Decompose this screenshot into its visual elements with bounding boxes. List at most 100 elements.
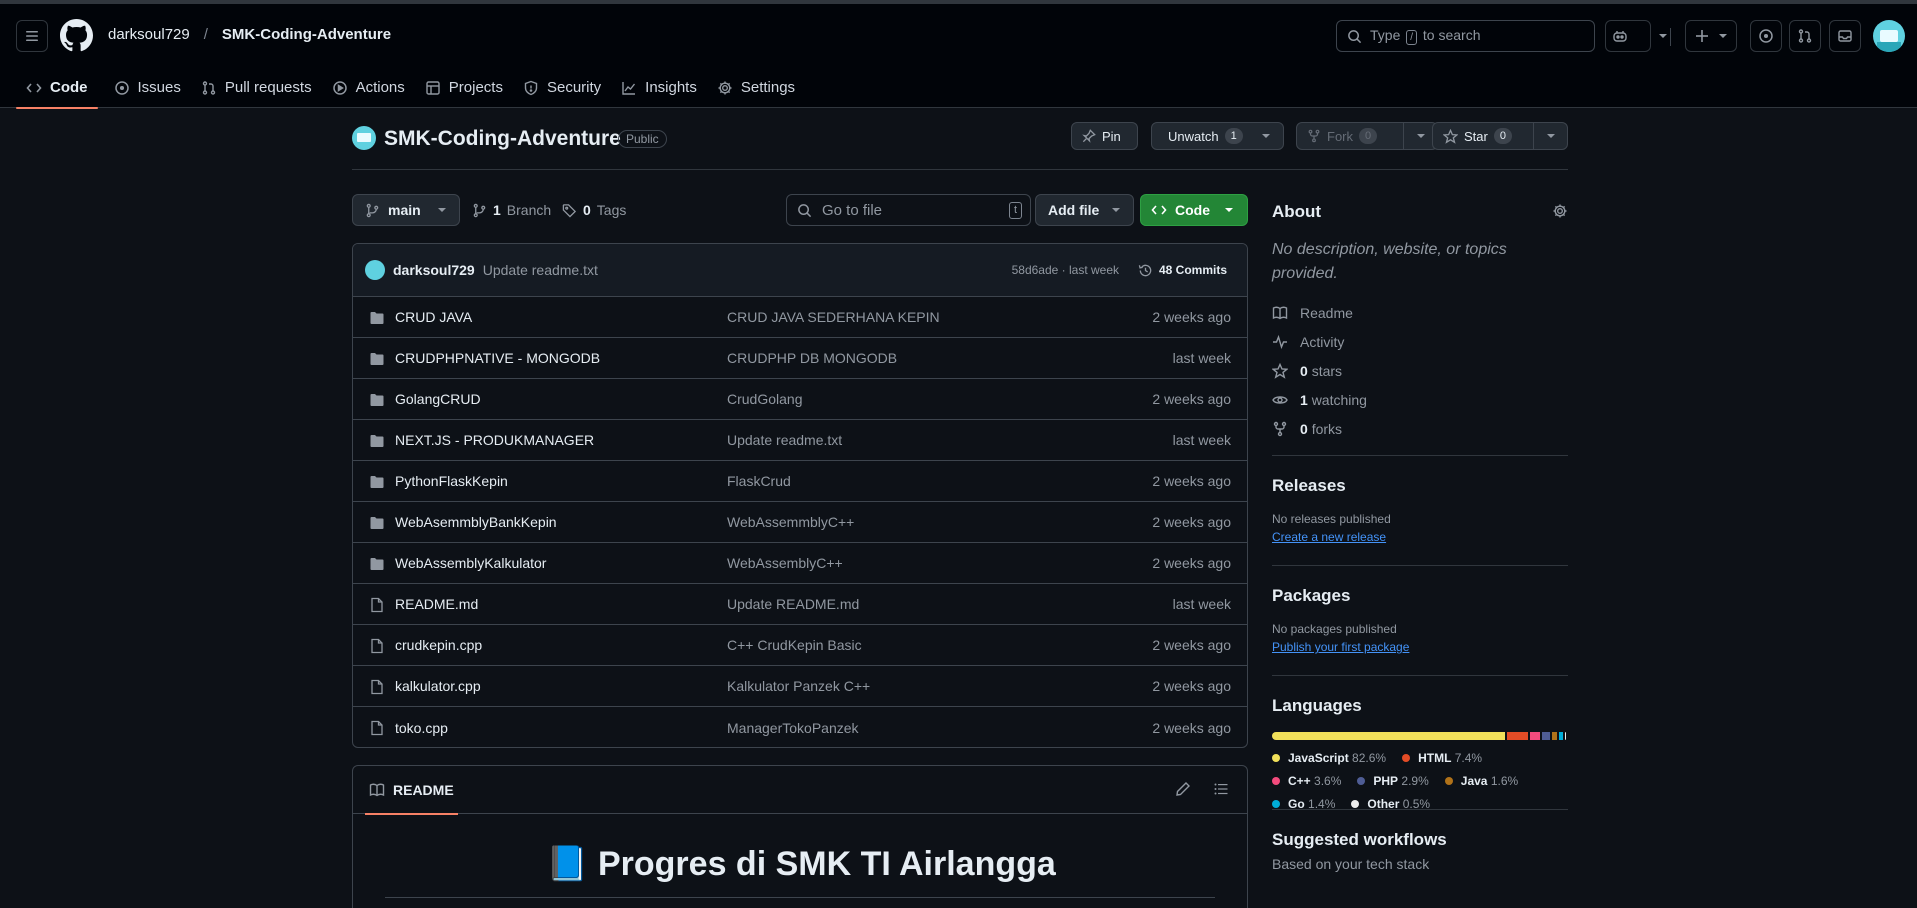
file-name[interactable]: CRUDPHPNATIVE - MONGODB bbox=[395, 350, 600, 366]
gear-icon[interactable] bbox=[1552, 202, 1568, 219]
star-button[interactable]: Star 0 bbox=[1432, 122, 1568, 150]
file-commit-message[interactable]: Kalkulator Panzek C++ bbox=[727, 678, 870, 694]
language-item[interactable]: JavaScript 82.6% bbox=[1272, 746, 1386, 769]
commit-author-avatar[interactable] bbox=[365, 260, 385, 280]
file-commit-message[interactable]: CRUDPHP DB MONGODB bbox=[727, 350, 897, 366]
tab-code[interactable]: Code bbox=[16, 68, 98, 109]
issues-icon[interactable] bbox=[1750, 20, 1782, 52]
fork-button[interactable]: Fork 0 bbox=[1296, 122, 1438, 150]
file-name[interactable]: NEXT.JS - PRODUKMANAGER bbox=[395, 432, 594, 448]
file-commit-message[interactable]: C++ CrudKepin Basic bbox=[727, 637, 862, 653]
menu-icon[interactable] bbox=[16, 20, 48, 52]
commit-message[interactable]: Update readme.txt bbox=[483, 262, 598, 278]
copilot-button[interactable] bbox=[1605, 20, 1667, 52]
file-row[interactable]: WebAssemblyKalkulator WebAssemblyC++ 2 wee… bbox=[353, 543, 1247, 584]
tab-security[interactable]: Security bbox=[513, 68, 611, 108]
file-name[interactable]: crudkepin.cpp bbox=[395, 637, 482, 653]
packages-heading[interactable]: Packages bbox=[1272, 586, 1568, 606]
file-row[interactable]: PythonFlaskKepin FlaskCrud 2 weeks ago bbox=[353, 461, 1247, 502]
breadcrumb-repo[interactable]: SMK-Coding-Adventure bbox=[222, 26, 391, 43]
user-avatar[interactable] bbox=[1873, 20, 1905, 52]
file-row[interactable]: README.md Update README.md last week bbox=[353, 584, 1247, 625]
readme-tab[interactable]: README bbox=[365, 766, 458, 815]
about-forks-link[interactable]: 0 forks bbox=[1272, 414, 1568, 443]
language-bar-segment[interactable] bbox=[1529, 732, 1540, 740]
file-commit-message[interactable]: FlaskCrud bbox=[727, 473, 791, 489]
file-row[interactable]: toko.cpp ManagerTokoPanzek 2 weeks ago bbox=[353, 707, 1247, 747]
github-logo-icon[interactable] bbox=[60, 19, 93, 52]
branches-link[interactable]: 1 Branch bbox=[472, 194, 551, 226]
file-commit-message[interactable]: WebAssemblyC++ bbox=[727, 555, 843, 571]
tab-projects[interactable]: Projects bbox=[415, 68, 513, 108]
language-bar-segment[interactable] bbox=[1558, 732, 1563, 740]
file-row[interactable]: crudkepin.cpp C++ CrudKepin Basic 2 weeks … bbox=[353, 625, 1247, 666]
file-row[interactable]: CRUD JAVA CRUD JAVA SEDERHANA KEPIN 2 week… bbox=[353, 297, 1247, 338]
breadcrumb-owner[interactable]: darksoul729 bbox=[108, 26, 190, 43]
commit-author[interactable]: darksoul729 bbox=[393, 262, 475, 278]
create-release-link[interactable]: Create a new release bbox=[1272, 530, 1568, 544]
file-commit-message[interactable]: Update README.md bbox=[727, 596, 859, 612]
about-watching-link[interactable]: 1 watching bbox=[1272, 385, 1568, 414]
inbox-icon[interactable] bbox=[1829, 20, 1861, 52]
repo-owner-avatar[interactable] bbox=[352, 126, 376, 150]
commit-meta[interactable]: 58d6ade · last week bbox=[1012, 263, 1119, 277]
releases-heading[interactable]: Releases bbox=[1272, 476, 1568, 496]
tab-insights[interactable]: Insights bbox=[611, 68, 707, 108]
file-row[interactable]: CRUDPHPNATIVE - MONGODB CRUDPHP DB MONGOD… bbox=[353, 338, 1247, 379]
branch-icon bbox=[473, 203, 486, 217]
list-unordered-icon[interactable] bbox=[1213, 780, 1229, 797]
tab-settings[interactable]: Settings bbox=[707, 68, 805, 108]
language-item[interactable]: Java 1.6% bbox=[1444, 769, 1518, 792]
file-name[interactable]: kalkulator.cpp bbox=[395, 678, 481, 694]
language-bar-segment[interactable] bbox=[1506, 732, 1528, 740]
file-name[interactable]: PythonFlaskKepin bbox=[395, 473, 508, 489]
star-dropdown[interactable] bbox=[1533, 123, 1567, 149]
file-name[interactable]: WebAsemmblyBankKepin bbox=[395, 514, 557, 530]
about-stars-link[interactable]: 0 stars bbox=[1272, 356, 1568, 385]
repo-title[interactable]: SMK-Coding-Adventure bbox=[384, 127, 621, 151]
add-file-button[interactable]: Add file bbox=[1035, 194, 1135, 226]
create-new-button[interactable] bbox=[1685, 20, 1737, 52]
language-bar-segment[interactable] bbox=[1564, 732, 1567, 740]
language-item[interactable]: C++ 3.6% bbox=[1272, 769, 1341, 792]
code-button[interactable]: Code bbox=[1140, 194, 1248, 226]
language-item[interactable]: PHP 2.9% bbox=[1357, 769, 1429, 792]
file-commit-message[interactable]: ManagerTokoPanzek bbox=[727, 720, 859, 736]
tags-link[interactable]: 0 Tags bbox=[562, 194, 626, 226]
file-commit-message[interactable]: CrudGolang bbox=[727, 391, 803, 407]
tab-actions[interactable]: Actions bbox=[322, 68, 415, 108]
language-item[interactable]: Other 0.5% bbox=[1351, 792, 1430, 815]
commits-link[interactable]: 48 Commits bbox=[1138, 263, 1227, 278]
tab-pull-requests[interactable]: Pull requests bbox=[191, 68, 322, 108]
file-row[interactable]: NEXT.JS - PRODUKMANAGER Update readme.txt… bbox=[353, 420, 1247, 461]
file-commit-message[interactable]: Update readme.txt bbox=[727, 432, 842, 448]
file-name[interactable]: README.md bbox=[395, 596, 478, 612]
about-Readme-link[interactable]: Readme bbox=[1272, 298, 1568, 327]
file-row[interactable]: kalkulator.cpp Kalkulator Panzek C++ 2 wee… bbox=[353, 666, 1247, 707]
pencil-icon[interactable] bbox=[1175, 780, 1191, 797]
unwatch-dropdown[interactable] bbox=[1251, 123, 1281, 149]
file-name[interactable]: WebAssemblyKalkulator bbox=[395, 555, 546, 571]
language-bar-segment[interactable] bbox=[1552, 732, 1557, 740]
chevron-down-icon bbox=[1659, 34, 1667, 38]
unwatch-button[interactable]: Unwatch 1 bbox=[1151, 122, 1284, 150]
pull-requests-icon[interactable] bbox=[1789, 20, 1821, 52]
language-bar-segment[interactable] bbox=[1541, 732, 1551, 740]
language-bar-segment[interactable] bbox=[1272, 732, 1505, 740]
publish-package-link[interactable]: Publish your first package bbox=[1272, 640, 1568, 654]
go-to-file-input[interactable]: Go to file t bbox=[786, 194, 1031, 226]
file-name[interactable]: CRUD JAVA bbox=[395, 309, 472, 325]
language-item[interactable]: Go 1.4% bbox=[1272, 792, 1335, 815]
search-input[interactable]: Type / to search bbox=[1336, 20, 1595, 52]
file-row[interactable]: GolangCRUD CrudGolang 2 weeks ago bbox=[353, 379, 1247, 420]
pin-button[interactable]: Pin bbox=[1071, 122, 1138, 150]
file-name[interactable]: toko.cpp bbox=[395, 720, 448, 736]
language-item[interactable]: HTML 7.4% bbox=[1402, 746, 1482, 769]
file-commit-message[interactable]: CRUD JAVA SEDERHANA KEPIN bbox=[727, 309, 940, 325]
tab-issues[interactable]: Issues bbox=[104, 68, 191, 108]
about-Activity-link[interactable]: Activity bbox=[1272, 327, 1568, 356]
branch-selector[interactable]: main bbox=[352, 194, 460, 226]
file-name[interactable]: GolangCRUD bbox=[395, 391, 481, 407]
file-row[interactable]: WebAsemmblyBankKepin WebAssemmblyC++ 2 wee… bbox=[353, 502, 1247, 543]
file-commit-message[interactable]: WebAssemmblyC++ bbox=[727, 514, 854, 530]
